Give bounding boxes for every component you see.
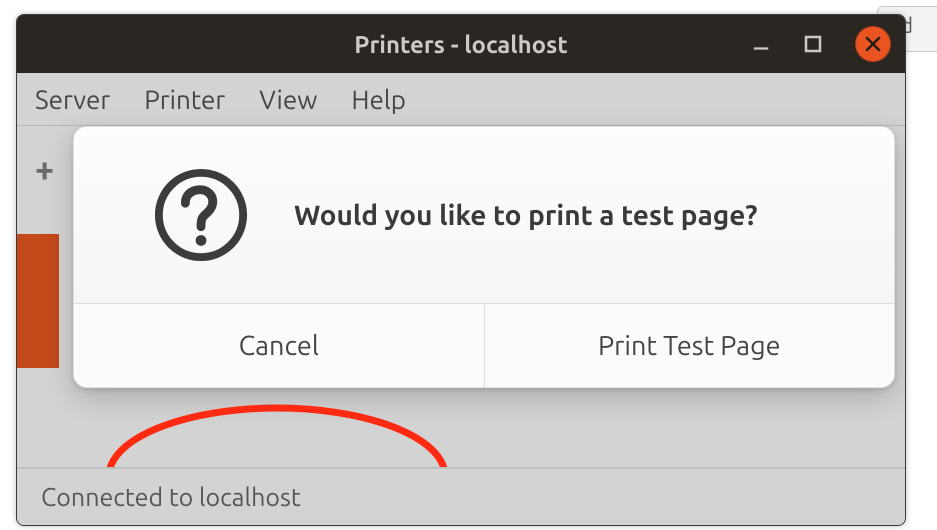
menu-server[interactable]: Server [35,85,110,114]
question-icon [152,166,250,264]
workspace: + Would you like to print a test page? C… [17,126,905,466]
menubar: Server Printer View Help [17,73,905,126]
close-button[interactable] [855,26,891,62]
minimize-icon [751,33,771,55]
print-test-page-dialog: Would you like to print a test page? Can… [73,126,895,388]
cancel-button-label: Cancel [239,331,319,361]
cancel-button[interactable]: Cancel [74,304,484,388]
minimize-button[interactable] [751,34,771,54]
selected-printer-strip [17,234,59,368]
maximize-icon [803,34,823,54]
dialog-message: Would you like to print a test page? [294,200,758,231]
dialog-body: Would you like to print a test page? [74,127,894,303]
add-printer-icon: + [35,150,54,188]
dialog-button-row: Cancel Print Test Page [74,303,894,388]
close-icon [864,35,882,53]
print-test-page-button[interactable]: Print Test Page [484,304,895,388]
statusbar: Connected to localhost [17,467,905,525]
print-test-page-button-label: Print Test Page [598,331,781,361]
titlebar[interactable]: Printers - localhost [17,15,905,73]
menu-help[interactable]: Help [351,85,406,114]
window-controls [751,15,891,73]
maximize-button[interactable] [803,34,823,54]
menu-printer[interactable]: Printer [144,85,225,114]
statusbar-text: Connected to localhost [41,483,301,511]
menu-view[interactable]: View [259,85,317,114]
printers-window: Printers - localhost Server Printer [16,14,906,526]
